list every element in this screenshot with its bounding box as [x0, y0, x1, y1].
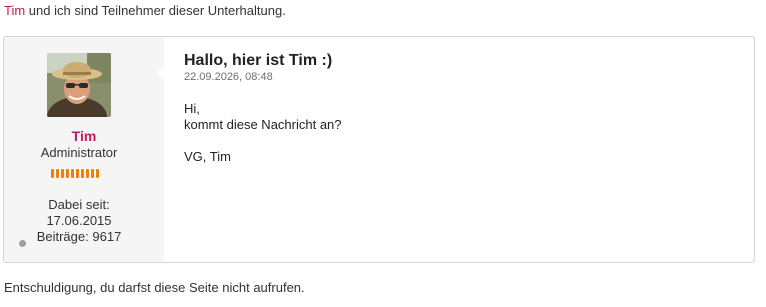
author-panel: Tim Administrator Dabei seit: 17.06.2015… [4, 37, 165, 262]
rank-pip [86, 169, 89, 178]
member-since-label: Dabei seit: [48, 197, 110, 212]
message-line: VG, Tim [184, 149, 231, 164]
member-since-date: 17.06.2015 [46, 213, 112, 228]
author-rank: Administrator [40, 145, 118, 160]
rank-pip [81, 169, 84, 178]
author-stats: Dabei seit: 17.06.2015 Beiträge: 9617 [4, 197, 154, 245]
rank-pip [61, 169, 64, 178]
rank-pip [76, 169, 79, 178]
message-content: Hallo, hier ist Tim :) 22.09.2026, 08:48… [184, 51, 742, 165]
rank-pip [91, 169, 94, 178]
user-avatar-photo-icon [47, 53, 111, 117]
rank-pip [71, 169, 74, 178]
participants-text: und ich sind Teilnehmer dieser Unterhalt… [25, 3, 286, 18]
online-status-icon [19, 240, 26, 247]
rank-level-bar [51, 169, 99, 178]
message-title: Hallo, hier ist Tim :) [184, 52, 333, 69]
rank-pip [66, 169, 69, 178]
message-line: kommt diese Nachricht an? [184, 117, 342, 132]
rank-pip [96, 169, 99, 178]
post-count-value: 9617 [92, 229, 122, 244]
rank-pip [56, 169, 59, 178]
participant-link-tim[interactable]: Tim [4, 3, 25, 18]
avatar[interactable] [47, 53, 111, 117]
permission-error-text: Entschuldigung, du darfst diese Seite ni… [4, 280, 305, 295]
post-count-label: Beiträge: [36, 229, 89, 244]
panel-arrow [156, 65, 165, 81]
message-line: Hi, [184, 101, 200, 116]
participants-line: Tim und ich sind Teilnehmer dieser Unter… [4, 3, 286, 19]
rank-pip [51, 169, 54, 178]
message-date[interactable]: 22.09.2026, 08:48 [184, 71, 742, 84]
message-body: Hi, kommt diese Nachricht an? VG, Tim [184, 101, 742, 165]
post-count: Beiträge: 9617 [4, 229, 154, 245]
author-name[interactable]: Tim [4, 128, 164, 144]
message-card: Tim Administrator Dabei seit: 17.06.2015… [3, 36, 755, 263]
